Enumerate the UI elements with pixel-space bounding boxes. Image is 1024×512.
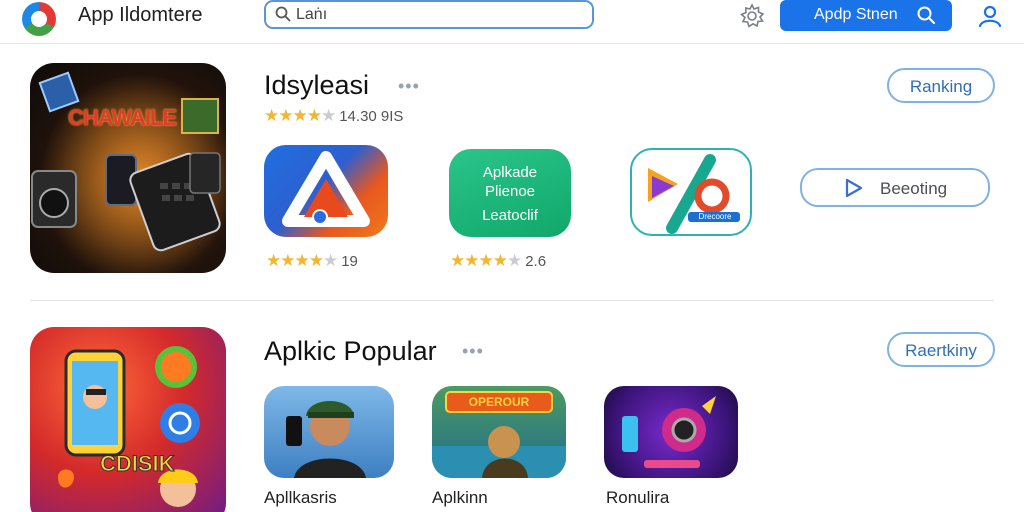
- app-tile[interactable]: Aplkade Plienoe Leatoclif: [449, 149, 571, 237]
- app-tile-line: Plienoe: [484, 183, 536, 200]
- search-box[interactable]: [264, 0, 594, 29]
- app-store-button[interactable]: Apdp Stnen: [780, 0, 952, 31]
- ranking-button[interactable]: Raertkiny: [887, 332, 995, 367]
- star-rating-icon: ★★★★★: [264, 106, 336, 125]
- app-tile[interactable]: OPEROUR: [432, 386, 566, 478]
- app-tile[interactable]: Drecoore: [630, 148, 752, 236]
- app-tile[interactable]: [264, 386, 394, 478]
- section-rating: ★★★★★ 14.30 9IS: [264, 106, 403, 126]
- ranking-button-label: Ranking: [909, 77, 973, 96]
- section-divider: [30, 300, 994, 301]
- featured-app-artwork: [58, 346, 200, 507]
- star-rating-icon: ★★★★★: [450, 251, 522, 270]
- app-icon: [622, 396, 716, 468]
- play-icon: [845, 178, 863, 198]
- app-tile-line: Aplkade: [482, 164, 538, 181]
- search-icon: [275, 6, 291, 22]
- featured-game-banner[interactable]: CHAWAILE: [30, 63, 226, 273]
- app-store-button-label: Apdp Stnen: [814, 6, 898, 23]
- app-tile-subtitle: Leatoclif: [482, 207, 538, 224]
- profile-icon[interactable]: [976, 2, 1004, 30]
- app-tile[interactable]: [604, 386, 738, 478]
- featured-app-banner[interactable]: CDISIK: [30, 327, 226, 512]
- app-logo-icon[interactable]: [22, 2, 56, 36]
- app-rating: ★★★★★ 19: [266, 251, 358, 271]
- app-caption: Apllkasris: [264, 488, 337, 507]
- ranking-button[interactable]: Ranking: [887, 68, 995, 103]
- featured-game-title: CHAWAILE: [68, 105, 177, 130]
- app-title: App Ildomtere: [78, 4, 203, 26]
- play-button[interactable]: Beeoting: [800, 168, 990, 207]
- app-badge: Drecoore: [698, 212, 732, 221]
- featured-game-artwork: [30, 63, 226, 273]
- play-button-label: Beeoting: [880, 179, 948, 198]
- gear-icon[interactable]: [739, 3, 765, 29]
- rating-value: 19: [341, 252, 358, 270]
- star-rating-icon: ★★★★★: [266, 251, 338, 270]
- more-options[interactable]: •••: [462, 341, 484, 362]
- more-options[interactable]: •••: [398, 76, 420, 97]
- app-rating: ★★★★★ 2.6: [450, 251, 546, 271]
- top-bar: App Ildomtere Apdp Stnen: [0, 0, 1024, 44]
- app-icon: [282, 151, 370, 227]
- section-title: Aplkic Popular: [264, 336, 437, 366]
- rating-count: 14.30 9IS: [339, 107, 404, 125]
- featured-app-title: CDISIK: [100, 451, 176, 477]
- app-caption: Ronulira: [606, 488, 670, 507]
- rating-value: 2.6: [525, 252, 547, 270]
- app-tile-title: OPEROUR: [468, 395, 530, 409]
- app-tile-text: Aplkade Plienoe: [449, 163, 571, 201]
- section-title: Idsyleasi: [264, 70, 370, 100]
- search-input[interactable]: [296, 4, 586, 26]
- app-icon: [286, 401, 366, 478]
- app-caption: Aplkinn: [432, 488, 488, 507]
- ranking-button-label: Raertkiny: [905, 341, 977, 360]
- app-tile[interactable]: [264, 145, 388, 237]
- search-icon: [917, 6, 935, 24]
